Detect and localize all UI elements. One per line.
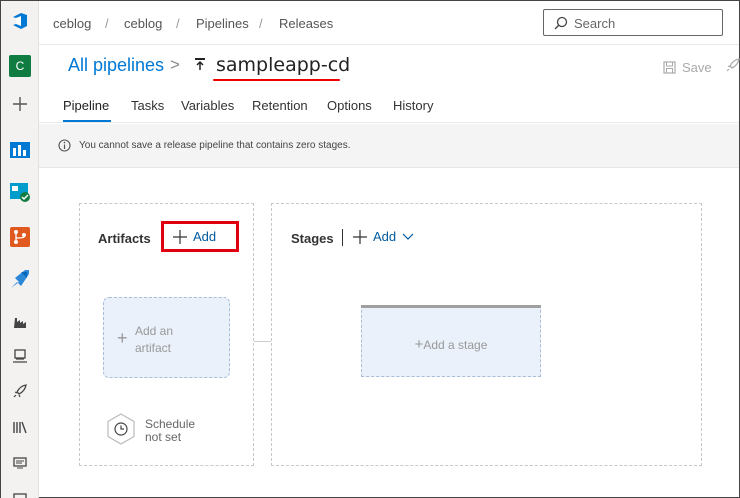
breadcrumb-separator: / [176,16,180,31]
highlight-underline [213,79,340,81]
add-stage-button[interactable]: Add [353,229,414,244]
pipeline-name[interactable]: sampleapp-cd [216,54,350,76]
breadcrumb-separator: / [105,16,109,31]
repos-icon[interactable] [8,225,32,249]
info-icon [58,139,71,152]
breadcrumb-chevron: > [170,55,180,74]
add-icon[interactable] [8,92,32,116]
azure-devops-logo-icon[interactable] [8,9,32,33]
tab-history[interactable]: History [393,98,433,113]
info-message-bar: You cannot save a release pipeline that … [39,124,739,168]
top-bar: ceblog / ceblog / Pipelines / Releases S… [39,1,739,45]
info-message: You cannot save a release pipeline that … [79,140,351,151]
breadcrumb-org[interactable]: ceblog [53,16,91,31]
tab-variables[interactable]: Variables [181,98,234,113]
save-label: Save [682,60,712,75]
overview-icon[interactable] [8,137,32,161]
release-pipeline-icon [195,58,205,70]
chevron-down-icon [402,233,414,240]
left-nav-rail: C [1,1,39,498]
save-icon [663,61,676,74]
add-artifact-line1: Add an [135,324,174,338]
active-tab-indicator [63,120,111,122]
add-stage-card[interactable]: +Add a stage [361,305,541,377]
stages-title: Stages [291,231,334,246]
release-rocket-icon[interactable] [725,57,740,75]
builds-icon[interactable] [8,310,32,334]
search-placeholder: Search [574,16,616,31]
artifacts-title: Artifacts [98,231,151,246]
plus-icon: + [117,328,128,348]
breadcrumb-pipelines[interactable]: Pipelines [196,16,249,31]
schedule-line2: not set [145,430,182,444]
search-icon [554,16,568,30]
schedule-icon[interactable] [106,413,136,445]
add-stage-card-label: +Add a stage [362,336,540,353]
schedule-status: Schedule not set [145,418,195,444]
tab-tasks[interactable]: Tasks [131,98,164,113]
releases-icon[interactable] [8,379,32,403]
library-icon[interactable] [8,415,32,439]
tab-retention[interactable]: Retention [252,98,308,113]
add-stage-label: Add [373,229,397,244]
add-artifact-card[interactable]: + Add an artifact [103,297,230,378]
add-artifact-line2: artifact [135,341,172,355]
plus-icon [353,229,367,244]
add-stage-text: Add a stage [423,338,488,352]
project-avatar[interactable]: C [8,54,32,78]
search-input[interactable]: Search [543,9,723,36]
pipeline-tabs: Pipeline Tasks Variables Retention Optio… [39,89,739,123]
breadcrumb-separator: / [259,16,263,31]
pipeline-canvas: Artifacts Add Stages Add + Add an artifa… [39,169,739,497]
task-groups-icon[interactable] [8,451,32,475]
breadcrumb-project[interactable]: ceblog [124,16,162,31]
tab-options[interactable]: Options [327,98,372,113]
breadcrumb-releases[interactable]: Releases [279,16,333,31]
deployment-groups-icon[interactable] [8,344,32,368]
boards-icon[interactable] [8,180,32,204]
highlight-box [161,221,239,252]
pipelines-icon[interactable] [8,267,32,291]
tab-pipeline[interactable]: Pipeline [63,98,109,113]
connector-line [254,341,271,342]
add-artifact-card-text: Add an artifact [135,323,173,357]
save-button[interactable]: Save [663,60,712,75]
stages-divider [342,229,343,246]
title-row: All pipelines > sampleapp-cd Save [39,45,740,89]
deployment-targets-icon[interactable] [8,485,32,498]
stage-card-top-border [361,305,541,308]
all-pipelines-link[interactable]: All pipelines [68,55,164,76]
